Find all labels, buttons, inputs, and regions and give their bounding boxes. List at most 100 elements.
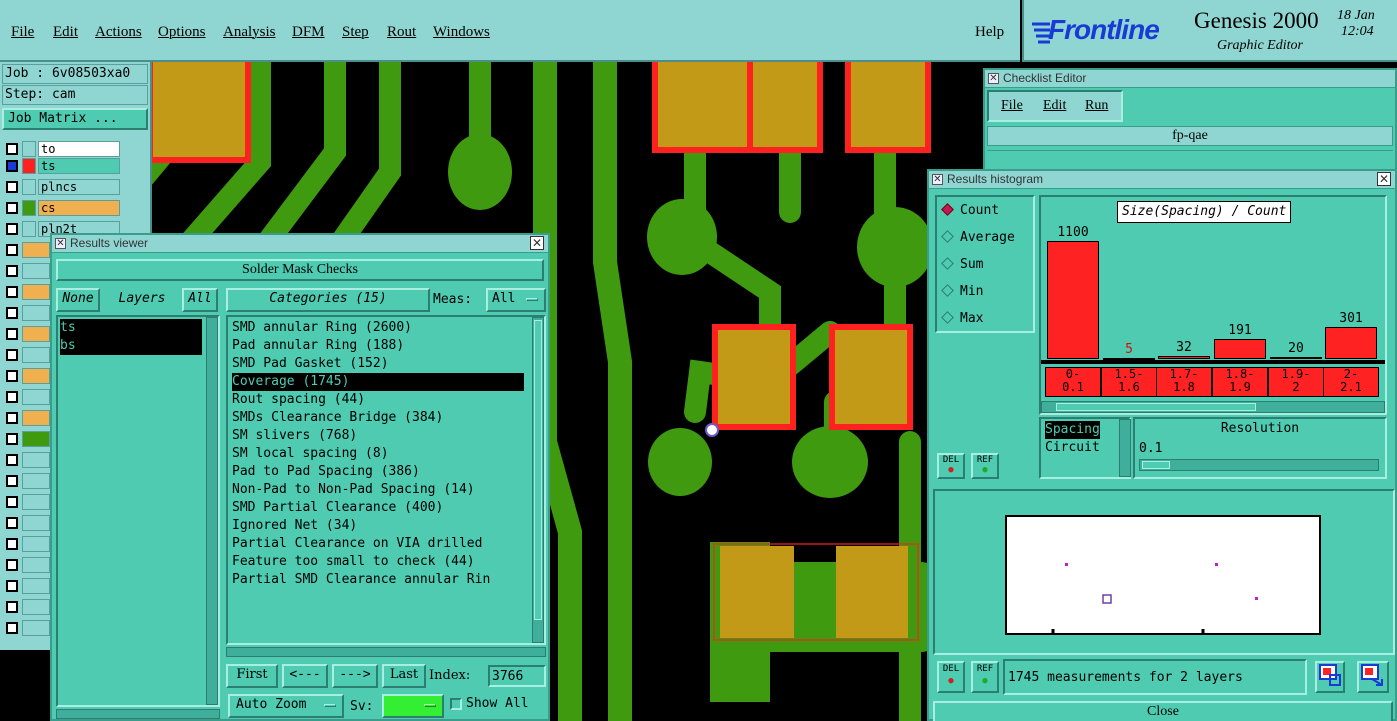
layer-checkbox[interactable] — [6, 143, 18, 155]
window-menu-icon[interactable]: ✕ — [55, 238, 66, 249]
layer-checkbox[interactable] — [6, 349, 18, 361]
layer-color-box[interactable] — [22, 557, 50, 573]
category-item[interactable]: SM slivers (768) — [232, 427, 524, 445]
layer-color-box[interactable] — [22, 494, 50, 510]
layer-checkbox[interactable] — [6, 244, 18, 256]
chart-scroll-thumb[interactable] — [1056, 403, 1256, 411]
layer-checkbox[interactable] — [6, 538, 18, 550]
checklist-menu-file[interactable]: File — [1001, 98, 1023, 114]
mode-min-radio[interactable]: Min — [941, 284, 983, 299]
layers-list-scrollbar[interactable] — [206, 317, 218, 705]
chart-scrollbar[interactable] — [1041, 401, 1385, 413]
histogram-bin-label[interactable]: 2- 2.1 — [1323, 367, 1379, 397]
histogram-ref-button[interactable]: REF ● — [971, 453, 999, 479]
menu-windows[interactable]: Windows — [433, 24, 490, 41]
job-matrix-button[interactable]: Job Matrix ... — [2, 108, 148, 130]
layer-checkbox[interactable] — [6, 391, 18, 403]
histogram-bar[interactable] — [1325, 327, 1377, 359]
layers-list[interactable]: ts bs — [56, 315, 220, 707]
layer-color-box[interactable] — [22, 368, 50, 384]
zoom-results-button[interactable] — [1315, 661, 1345, 693]
layer-color-box[interactable] — [22, 305, 50, 321]
menu-help[interactable]: Help — [975, 24, 1004, 41]
categories-list[interactable]: SMD annular Ring (2600) Pad annular Ring … — [226, 315, 546, 645]
layer-checkbox[interactable] — [6, 454, 18, 466]
layer-color-box[interactable] — [22, 141, 36, 157]
layer-color-box[interactable] — [22, 200, 36, 216]
layer-color-box[interactable] — [22, 452, 50, 468]
layer-checkbox[interactable] — [6, 433, 18, 445]
menu-rout[interactable]: Rout — [387, 24, 416, 41]
mode-count-radio[interactable]: Count — [941, 203, 999, 218]
histogram-bar[interactable] — [1270, 357, 1322, 359]
histogram-bin-label[interactable]: 1.8- 1.9 — [1212, 367, 1268, 397]
mode-max-radio[interactable]: Max — [941, 311, 983, 326]
layer-checkbox[interactable] — [6, 370, 18, 382]
mode-sum-radio[interactable]: Sum — [941, 257, 983, 272]
histogram-del-button[interactable]: DEL ● — [937, 453, 965, 479]
layer-checkbox[interactable] — [6, 475, 18, 487]
layer-checkbox[interactable] — [6, 265, 18, 277]
layer-color-box[interactable] — [22, 347, 50, 363]
last-button[interactable]: Last — [382, 664, 426, 688]
checklist-menu-run[interactable]: Run — [1085, 98, 1108, 114]
histogram-bar[interactable] — [1214, 339, 1266, 359]
layer-color-box[interactable] — [22, 158, 36, 174]
category-item[interactable]: Coverage (1745) — [232, 373, 524, 391]
layer-color-box[interactable] — [22, 389, 50, 405]
layer-checkbox[interactable] — [6, 412, 18, 424]
close-icon[interactable]: ✕ — [530, 236, 544, 250]
show-all-checkbox[interactable] — [450, 698, 462, 710]
layer-checkbox[interactable] — [6, 496, 18, 508]
meas-select[interactable]: All — [486, 288, 546, 312]
layer-checkbox[interactable] — [6, 622, 18, 634]
histogram-bin-label[interactable]: 1.7- 1.8 — [1156, 367, 1212, 397]
categories-scrollbar[interactable] — [532, 317, 544, 643]
layers-none-button[interactable]: None — [56, 288, 100, 312]
menu-options[interactable]: Options — [158, 24, 206, 41]
menu-analysis[interactable]: Analysis — [223, 24, 276, 41]
layer-color-box[interactable] — [22, 599, 50, 615]
sv-color-select[interactable] — [382, 694, 444, 718]
layer-row-plncs[interactable]: plncs — [2, 178, 148, 196]
zoom-home-button[interactable] — [1357, 661, 1389, 693]
layer-color-box[interactable] — [22, 284, 50, 300]
histogram-bin-label[interactable]: 0- 0.1 — [1045, 367, 1101, 397]
window-menu-icon[interactable]: ✕ — [932, 174, 943, 185]
resolution-slider-thumb[interactable] — [1142, 461, 1170, 469]
histogram-bar[interactable] — [1158, 356, 1210, 359]
layer-checkbox[interactable] — [6, 160, 18, 172]
menu-file[interactable]: File — [11, 24, 34, 41]
layer-color-box[interactable] — [22, 326, 50, 342]
category-item[interactable]: SMD annular Ring (2600) — [232, 319, 524, 337]
close-icon[interactable]: ✕ — [1377, 172, 1391, 186]
categories-button[interactable]: Categories (15) — [226, 288, 430, 312]
measure-list[interactable]: Spacing Circuit — [1039, 417, 1131, 479]
histogram-bar[interactable] — [1047, 241, 1099, 359]
category-item[interactable]: SMDs Clearance Bridge (384) — [232, 409, 524, 427]
layer-checkbox[interactable] — [6, 559, 18, 571]
categories-hscrollbar[interactable] — [226, 647, 546, 657]
measure-option-circuit[interactable]: Circuit — [1045, 439, 1100, 457]
layer-row-cs[interactable]: cs — [2, 199, 148, 217]
category-item[interactable]: Partial SMD Clearance annular Rin — [232, 571, 524, 589]
layer-color-box[interactable] — [22, 578, 50, 594]
category-item[interactable]: Partial Clearance on VIA drilled — [232, 535, 524, 553]
mode-average-radio[interactable]: Average — [941, 230, 1015, 245]
layer-checkbox[interactable] — [6, 328, 18, 340]
layer-color-box[interactable] — [22, 242, 50, 258]
category-item[interactable]: Pad annular Ring (188) — [232, 337, 524, 355]
layer-color-box[interactable] — [22, 515, 50, 531]
layers-all-button[interactable]: All — [182, 288, 218, 312]
category-item[interactable]: Non-Pad to Non-Pad Spacing (14) — [232, 481, 524, 499]
histogram-bin-label[interactable]: 1.5- 1.6 — [1101, 367, 1157, 397]
layers-list-hscrollbar[interactable] — [56, 709, 220, 719]
resolution-slider[interactable] — [1139, 459, 1379, 471]
measure-list-scrollbar[interactable] — [1119, 419, 1131, 477]
category-item[interactable]: SM local spacing (8) — [232, 445, 524, 463]
layer-color-box[interactable] — [22, 536, 50, 552]
first-button[interactable]: First — [226, 664, 278, 688]
layer-color-box[interactable] — [22, 221, 36, 237]
layer-color-box[interactable] — [22, 263, 50, 279]
layer-color-box[interactable] — [22, 473, 50, 489]
